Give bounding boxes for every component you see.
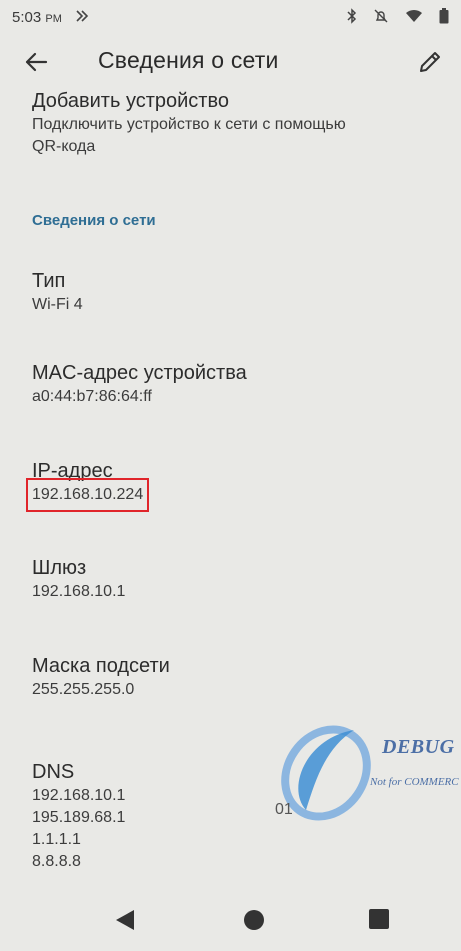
pencil-icon bbox=[420, 52, 440, 72]
subnet-mask-title: Маска подсети bbox=[32, 655, 170, 677]
triangle-back-icon bbox=[116, 910, 134, 930]
ip-address-title: IP-адрес bbox=[32, 460, 113, 482]
network-details-list: Добавить устройство Подключить устройств… bbox=[0, 90, 461, 890]
dns-value-4: 8.8.8.8 bbox=[32, 853, 81, 870]
status-time-value: 5:03 bbox=[12, 8, 42, 26]
mac-address-value: a0:44:b7:86:64:ff bbox=[32, 388, 152, 405]
mac-address-item: MAC-адрес устройства a0:44:b7:86:64:ff bbox=[32, 360, 247, 408]
dns-item: DNS 192.168.10.1 195.189.68.1 1.1.1.1 8.… bbox=[32, 759, 125, 873]
watermark-code: 01 bbox=[275, 801, 293, 818]
type-item: Тип Wi-Fi 4 bbox=[32, 268, 83, 316]
status-time-ampm: PM bbox=[45, 12, 62, 25]
status-icons bbox=[347, 7, 449, 27]
ip-address-item: IP-адрес 192.168.10.224 bbox=[25, 458, 150, 512]
arrow-left-icon bbox=[25, 52, 48, 72]
system-nav-bar bbox=[0, 890, 461, 951]
add-device-item[interactable]: Добавить устройство Подключить устройств… bbox=[32, 90, 346, 158]
subnet-mask-item: Маска подсети 255.255.255.0 bbox=[32, 653, 170, 701]
edit-button[interactable] bbox=[416, 48, 444, 76]
nav-back-button[interactable] bbox=[114, 908, 136, 937]
back-button[interactable] bbox=[22, 48, 50, 76]
nav-home-button[interactable] bbox=[242, 908, 266, 937]
add-device-title: Добавить устройство bbox=[32, 90, 229, 112]
add-device-summary-line1: Подключить устройство к сети с помощью bbox=[32, 116, 346, 133]
dns-title: DNS bbox=[32, 761, 75, 783]
type-value: Wi-Fi 4 bbox=[32, 296, 83, 313]
mute-icon bbox=[373, 8, 389, 27]
section-header-network-details: Сведения о сети bbox=[32, 212, 156, 229]
add-device-summary-line2: QR-кода bbox=[32, 138, 96, 155]
bluetooth-icon bbox=[347, 7, 357, 27]
battery-icon bbox=[439, 7, 449, 27]
gateway-title: Шлюз bbox=[32, 557, 87, 579]
status-bar: 5:03 PM bbox=[0, 0, 461, 34]
status-time: 5:03 PM bbox=[12, 9, 62, 26]
notification-icon bbox=[76, 9, 90, 25]
dns-value-3: 1.1.1.1 bbox=[32, 831, 81, 848]
subnet-mask-value: 255.255.255.0 bbox=[32, 681, 135, 698]
gateway-item: Шлюз 192.168.10.1 bbox=[32, 555, 125, 603]
nav-recents-button[interactable] bbox=[368, 908, 390, 935]
dns-value-1: 192.168.10.1 bbox=[32, 787, 126, 804]
mac-address-title: MAC-адрес устройства bbox=[32, 362, 247, 384]
type-title: Тип bbox=[32, 270, 66, 292]
square-recents-icon bbox=[369, 909, 389, 929]
circle-home-icon bbox=[244, 910, 264, 930]
ip-address-value: 192.168.10.224 bbox=[25, 478, 150, 512]
page-title: Сведения о сети bbox=[98, 47, 279, 73]
app-bar: Сведения о сети bbox=[0, 34, 461, 90]
wifi-icon bbox=[405, 9, 423, 26]
dns-value-2: 195.189.68.1 bbox=[32, 809, 126, 826]
gateway-value: 192.168.10.1 bbox=[32, 583, 126, 600]
